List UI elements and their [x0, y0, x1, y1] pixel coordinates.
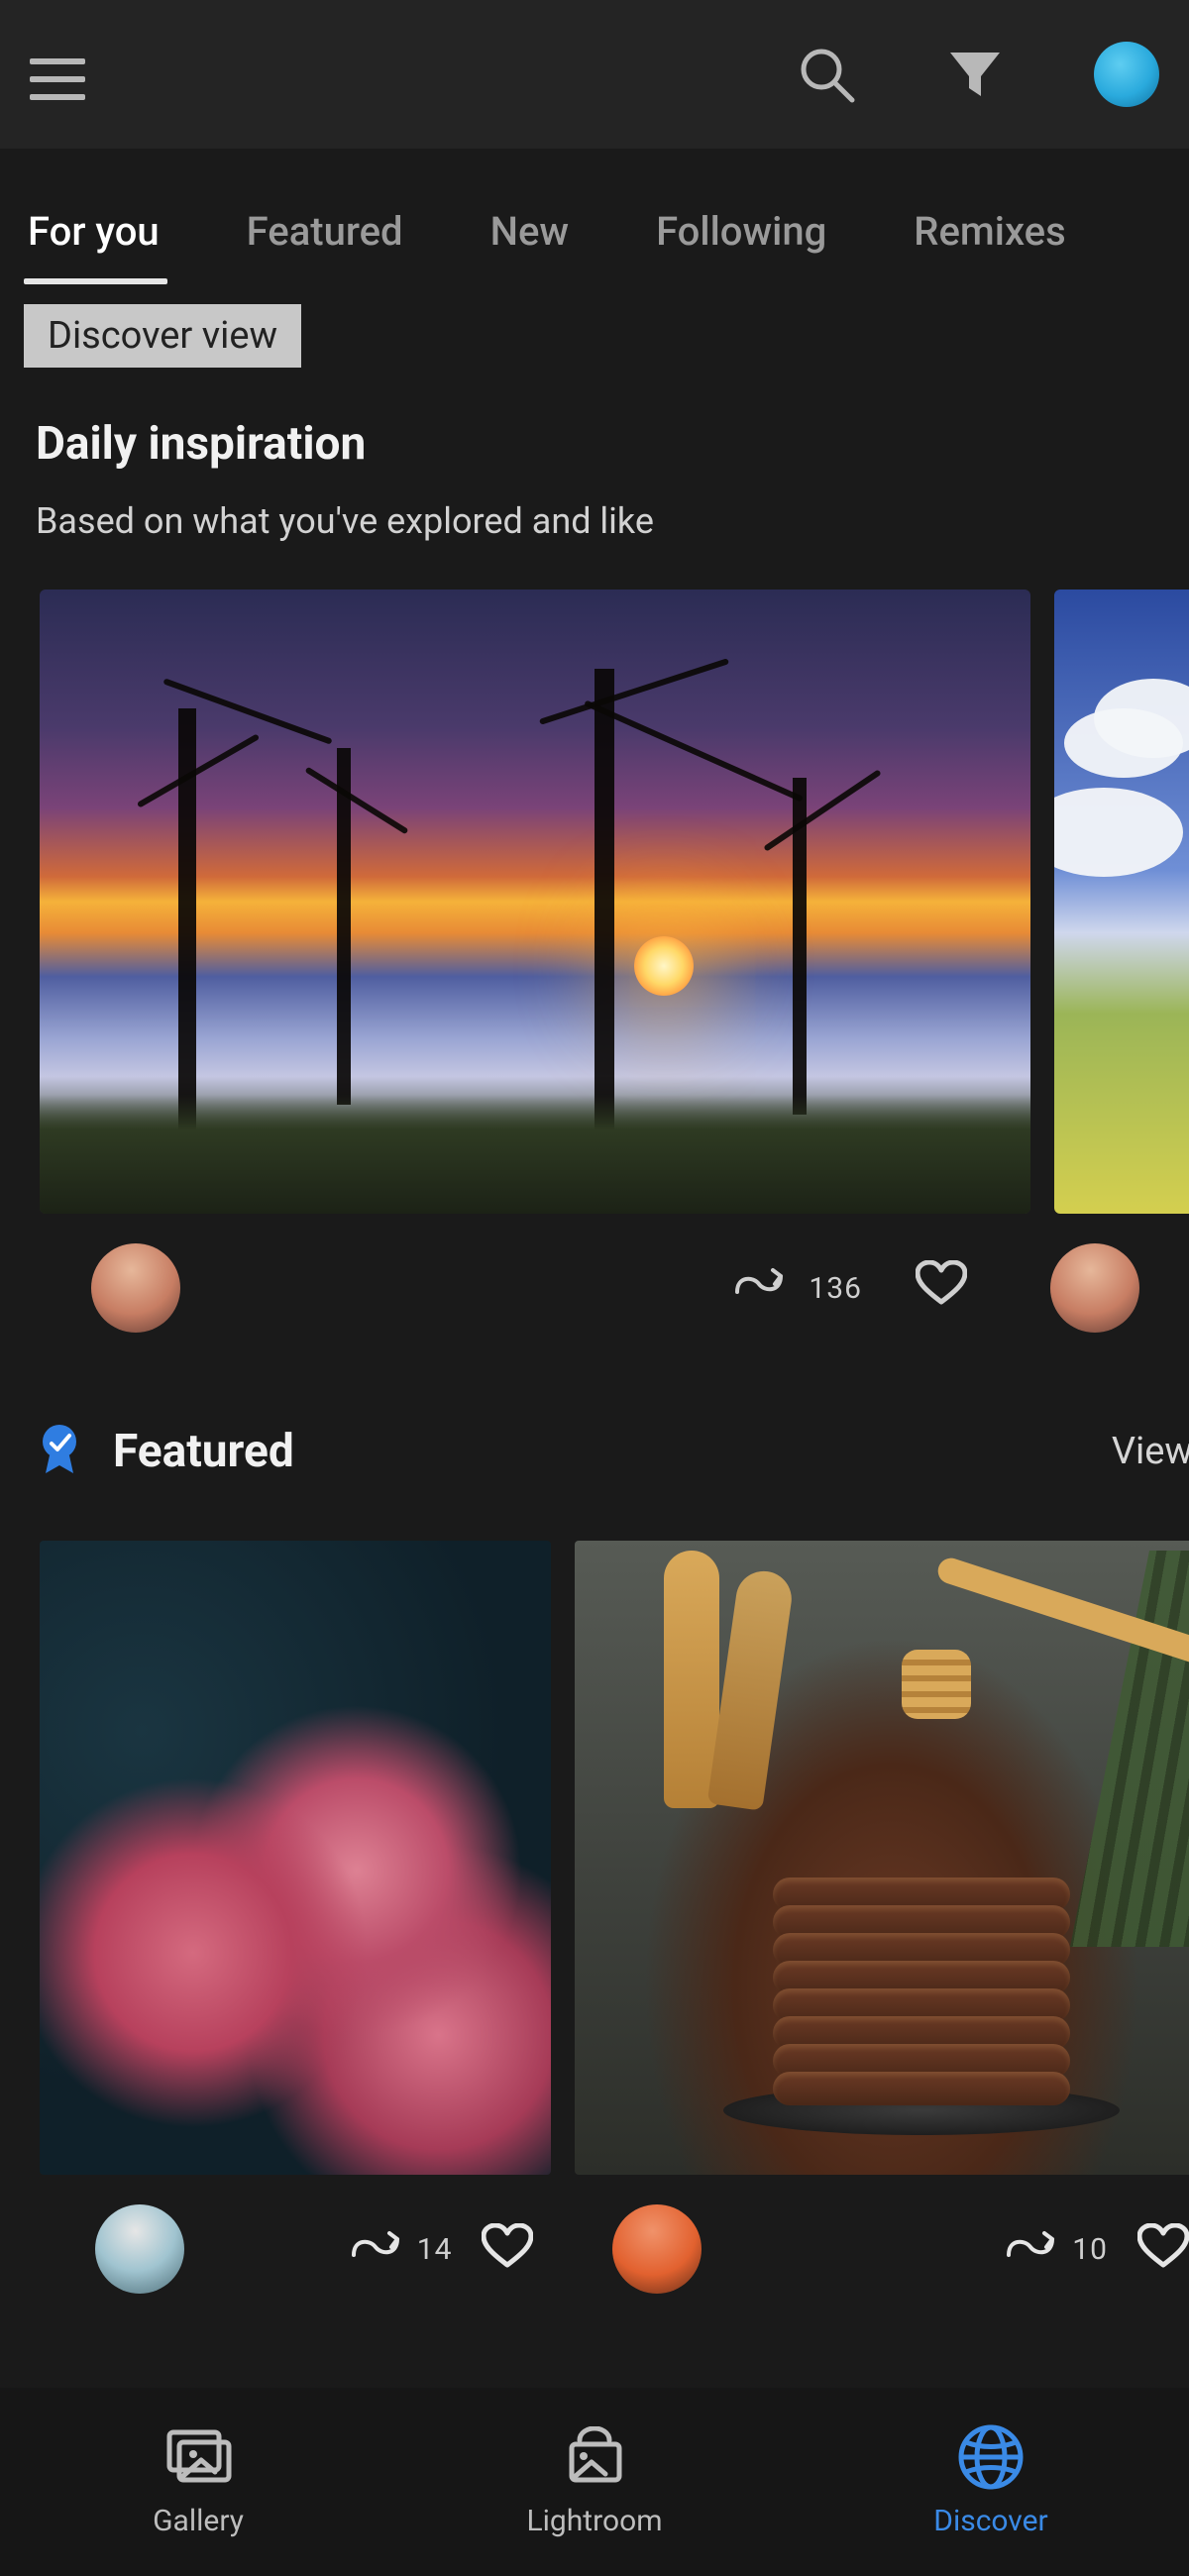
bottom-navigation: Gallery Lightroom Discover [0, 2388, 1189, 2576]
nav-discover[interactable]: Discover [793, 2388, 1189, 2576]
active-tab-underline [24, 278, 167, 284]
tab-featured[interactable]: Featured [243, 198, 407, 278]
hamburger-menu-button[interactable] [30, 58, 85, 100]
nav-label: Discover [933, 2504, 1047, 2538]
author-avatar[interactable] [612, 2204, 702, 2294]
remix-icon [1005, 2227, 1056, 2271]
featured-carousel[interactable] [0, 1481, 1189, 2175]
top-toolbar [0, 0, 1189, 149]
filter-icon [945, 45, 1005, 104]
inspiration-card-peek[interactable] [1054, 590, 1189, 1214]
nav-gallery[interactable]: Gallery [0, 2388, 396, 2576]
featured-meta-row: 14 10 [0, 2175, 1189, 2294]
featured-card[interactable] [575, 1541, 1189, 2175]
hamburger-icon [30, 58, 85, 100]
tab-new[interactable]: New [486, 198, 574, 278]
discover-view-chip: Discover view [24, 304, 301, 368]
featured-section-header: Featured View [0, 1333, 1189, 1481]
tab-following[interactable]: Following [652, 198, 830, 278]
author-avatar[interactable] [95, 2204, 184, 2294]
gallery-icon [162, 2426, 235, 2488]
section-title: Daily inspiration [36, 417, 1153, 471]
remix-count: 14 [417, 2232, 453, 2267]
section-title: Featured [113, 1425, 294, 1478]
view-all-link[interactable]: View [1112, 1430, 1189, 1473]
like-button[interactable] [482, 2223, 533, 2275]
daily-inspiration-section: Daily inspiration Based on what you've e… [0, 368, 1189, 542]
tab-for-you[interactable]: For you [24, 198, 163, 278]
search-icon [797, 45, 856, 104]
like-button[interactable] [1137, 2223, 1189, 2275]
discover-tabs: For you Featured New Following Remixes [0, 149, 1189, 278]
author-avatar-peek[interactable] [1050, 1243, 1139, 1333]
nav-lightroom[interactable]: Lightroom [396, 2388, 793, 2576]
lightroom-icon [558, 2426, 631, 2488]
tab-remixes[interactable]: Remixes [910, 198, 1069, 278]
featured-badge-icon [36, 1422, 83, 1481]
inspiration-card[interactable] [40, 590, 1030, 1214]
daily-inspiration-carousel[interactable] [0, 590, 1189, 1214]
nav-label: Lightroom [526, 2504, 662, 2538]
remix-count: 10 [1072, 2232, 1108, 2267]
author-avatar[interactable] [91, 1243, 180, 1333]
remix-count: 136 [809, 1271, 862, 1306]
remix-icon [733, 1264, 785, 1312]
section-subtitle: Based on what you've explored and like [36, 500, 1153, 542]
nav-label: Gallery [153, 2504, 244, 2538]
globe-icon [954, 2426, 1027, 2488]
search-button[interactable] [797, 45, 856, 104]
remix-icon [350, 2227, 401, 2271]
like-button[interactable] [916, 1260, 967, 1316]
inspiration-meta: 136 [0, 1214, 1189, 1333]
profile-avatar[interactable] [1094, 42, 1159, 107]
filter-button[interactable] [945, 45, 1005, 104]
featured-card[interactable] [40, 1541, 551, 2175]
